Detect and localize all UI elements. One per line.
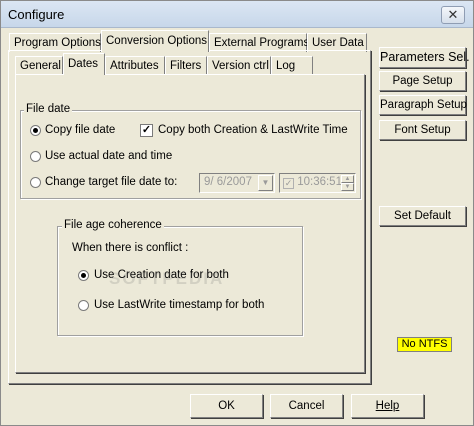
ok-button[interactable]: OK xyxy=(190,394,263,418)
cancel-button[interactable]: Cancel xyxy=(270,394,343,418)
watermark: SOFTPEDIA xyxy=(109,269,225,288)
help-button[interactable]: Help xyxy=(351,394,424,418)
use-actual-date-radio[interactable] xyxy=(30,151,41,162)
tab-filters[interactable]: Filters xyxy=(165,56,207,75)
copy-file-date-label: Copy file date xyxy=(45,124,116,136)
target-date-field[interactable]: 9/ 6/2007 ▼ xyxy=(199,173,275,193)
use-lastwrite-label: Use LastWrite timestamp for both xyxy=(94,299,265,311)
chevron-down-icon[interactable]: ▼ xyxy=(258,175,273,191)
set-default-button[interactable]: Set Default xyxy=(379,206,466,226)
change-target-date-radio[interactable] xyxy=(30,177,41,188)
file-age-group-label: File age coherence xyxy=(62,219,164,231)
parameters-sel-button[interactable]: Parameters Sel. xyxy=(379,47,470,68)
tab-version-ctrl[interactable]: Version ctrl xyxy=(207,56,271,75)
tab-dates[interactable]: Dates xyxy=(63,53,105,75)
file-date-group-label: File date xyxy=(24,103,73,115)
page-setup-button[interactable]: Page Setup xyxy=(379,71,466,91)
configure-window: Configure ✕ Program Options Conversion O… xyxy=(0,0,474,426)
tab-log[interactable]: Log xyxy=(271,56,313,75)
time-checkbox[interactable]: ✓ xyxy=(283,178,294,189)
no-ntfs-badge: No NTFS xyxy=(397,337,452,352)
copy-file-date-radio[interactable] xyxy=(30,125,41,136)
title-bar: Configure ✕ xyxy=(1,1,473,28)
window-title: Configure xyxy=(8,7,65,22)
target-time-field[interactable]: ✓ 10:36:51 ▲ ▼ xyxy=(279,173,356,193)
use-lastwrite-radio[interactable] xyxy=(78,300,89,311)
tab-conversion-options[interactable]: Conversion Options xyxy=(101,30,209,52)
close-button[interactable]: ✕ xyxy=(441,6,465,24)
copy-both-label: Copy both Creation & LastWrite Time xyxy=(158,124,348,136)
target-time-value: 10:36:51 xyxy=(297,176,342,188)
target-date-value: 9/ 6/2007 xyxy=(204,176,252,188)
use-creation-date-radio[interactable] xyxy=(78,270,89,281)
copy-both-checkbox[interactable]: ✓ xyxy=(140,124,153,137)
tab-attributes[interactable]: Attributes xyxy=(105,56,165,75)
paragraph-setup-button[interactable]: Paragraph Setup xyxy=(379,95,467,115)
use-actual-date-label: Use actual date and time xyxy=(45,150,173,162)
change-target-date-label: Change target file date to: xyxy=(45,176,178,188)
spin-down-icon[interactable]: ▼ xyxy=(341,183,354,191)
spin-up-icon[interactable]: ▲ xyxy=(341,175,354,183)
tab-general[interactable]: General xyxy=(15,56,63,75)
font-setup-button[interactable]: Font Setup xyxy=(379,120,466,140)
conflict-label: When there is conflict : xyxy=(72,242,189,254)
